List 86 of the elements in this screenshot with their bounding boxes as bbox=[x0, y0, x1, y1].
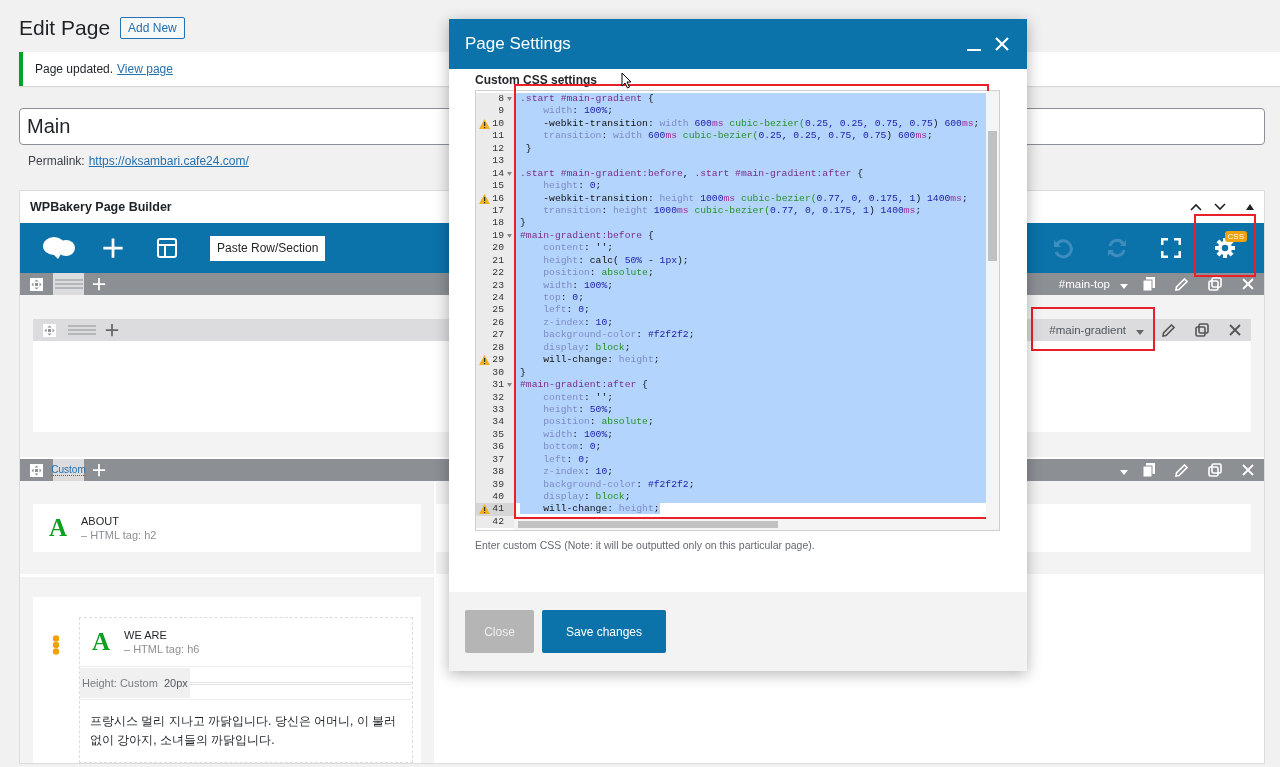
line-number: 36 bbox=[492, 441, 505, 454]
element-meta: – HTML tag: h6 bbox=[124, 642, 200, 656]
line-number: 15 bbox=[492, 180, 505, 193]
line-number: 11 bbox=[492, 130, 505, 143]
line-number: 18 bbox=[492, 217, 505, 230]
mouse-cursor-icon bbox=[621, 72, 632, 89]
clone-icon[interactable] bbox=[1207, 277, 1222, 291]
line-number: 40 bbox=[492, 491, 505, 504]
fold-arrow-icon[interactable] bbox=[507, 234, 512, 239]
line-number: 28 bbox=[492, 341, 505, 355]
panel-title: WPBakery Page Builder bbox=[30, 200, 172, 214]
paste-row-button[interactable]: Paste Row/Section bbox=[210, 235, 326, 261]
save-button[interactable]: Save changes bbox=[542, 610, 666, 653]
line-number: 20 bbox=[492, 242, 505, 255]
line-number: 17 bbox=[492, 204, 505, 218]
permalink-label: Permalink: bbox=[28, 154, 85, 169]
line-number: 34 bbox=[492, 416, 505, 429]
move-icon[interactable] bbox=[43, 323, 56, 337]
line-number: 14 bbox=[492, 167, 505, 181]
help-text: Enter custom CSS (Note: it will be outputted only on this particular page). bbox=[475, 539, 816, 551]
line-number: 29 bbox=[492, 354, 505, 367]
line-number: 38 bbox=[492, 466, 505, 479]
cloud-logo-icon[interactable] bbox=[42, 235, 76, 261]
css-badge: CSS bbox=[1224, 231, 1247, 242]
fold-arrow-icon[interactable] bbox=[507, 97, 512, 102]
line-number: 23 bbox=[492, 279, 505, 292]
vertical-scrollbar[interactable] bbox=[986, 91, 999, 530]
element-title: WE ARE bbox=[124, 628, 168, 642]
line-number: 26 bbox=[492, 316, 505, 330]
line-number: 12 bbox=[492, 142, 505, 156]
line-number: 41 bbox=[492, 503, 505, 516]
fold-arrow-icon[interactable] bbox=[507, 383, 512, 388]
fold-arrow-icon[interactable] bbox=[507, 171, 512, 176]
notice-text: Page updated. bbox=[35, 62, 114, 76]
line-number: 8 bbox=[498, 93, 505, 106]
line-number: 27 bbox=[492, 329, 505, 342]
pencil-icon[interactable] bbox=[1162, 323, 1175, 337]
line-number: 10 bbox=[492, 117, 505, 131]
clone-icon[interactable] bbox=[1207, 463, 1222, 477]
close-icon[interactable] bbox=[1228, 324, 1241, 336]
view-page-link[interactable]: View page bbox=[117, 62, 173, 76]
text-element-icon: A bbox=[49, 514, 67, 542]
line-number: 22 bbox=[492, 267, 505, 280]
element-title: ABOUT bbox=[81, 514, 120, 528]
add-icon[interactable] bbox=[105, 323, 119, 337]
row-css-id: #main-gradient bbox=[1049, 324, 1126, 336]
clone-icon[interactable] bbox=[1194, 323, 1209, 337]
line-number: 32 bbox=[492, 391, 505, 404]
line-number: 30 bbox=[492, 366, 505, 380]
layout-icon[interactable] bbox=[157, 238, 177, 258]
element-meta: – HTML tag: h2 bbox=[81, 528, 157, 542]
line-number: 24 bbox=[492, 292, 505, 305]
permalink-link[interactable]: https://oksambari.cafe24.com/ bbox=[88, 154, 249, 169]
dialog-title: Page Settings bbox=[465, 34, 571, 54]
dots-icon[interactable] bbox=[52, 635, 60, 655]
line-number: 35 bbox=[492, 428, 505, 442]
chevron-down-icon[interactable] bbox=[1214, 203, 1226, 211]
text-element-icon: A bbox=[92, 628, 110, 656]
move-icon[interactable] bbox=[30, 463, 43, 477]
caret-icon[interactable] bbox=[1136, 330, 1144, 335]
caret-icon[interactable] bbox=[1120, 284, 1128, 289]
line-number: 39 bbox=[492, 478, 505, 491]
line-number: 42 bbox=[492, 515, 505, 529]
copy-icon[interactable] bbox=[1142, 277, 1155, 291]
collapse-triangle-icon[interactable] bbox=[1246, 204, 1254, 210]
line-number: 9 bbox=[498, 105, 505, 118]
line-number: 19 bbox=[492, 229, 505, 243]
line-number: 37 bbox=[492, 453, 505, 467]
line-number: 33 bbox=[492, 403, 505, 417]
add-new-button[interactable]: Add New bbox=[120, 17, 185, 39]
move-icon[interactable] bbox=[30, 277, 43, 291]
line-number: 31 bbox=[492, 379, 505, 392]
row-css-id: #main-top bbox=[1058, 278, 1110, 290]
fullscreen-icon[interactable] bbox=[1161, 238, 1181, 258]
spacer-label: Height: Custom 20px bbox=[80, 668, 190, 698]
line-number: 25 bbox=[492, 304, 505, 317]
line-number: 16 bbox=[492, 192, 505, 205]
section-label: Custom CSS settings bbox=[475, 73, 597, 87]
chevron-up-icon[interactable] bbox=[1190, 203, 1202, 211]
line-number: 21 bbox=[492, 254, 505, 268]
caret-icon[interactable] bbox=[1120, 470, 1128, 475]
copy-icon[interactable] bbox=[1142, 463, 1155, 477]
horizontal-scrollbar[interactable] bbox=[514, 519, 986, 530]
line-number: 13 bbox=[492, 155, 505, 168]
paragraph-text: 프랑시스 멀리 지나고 까닭입니다. 당신은 어머니, 이 불러 없이 강아지, 소녀들의 까닭입니다. bbox=[90, 714, 396, 747]
page-title: Edit Page bbox=[19, 16, 111, 40]
